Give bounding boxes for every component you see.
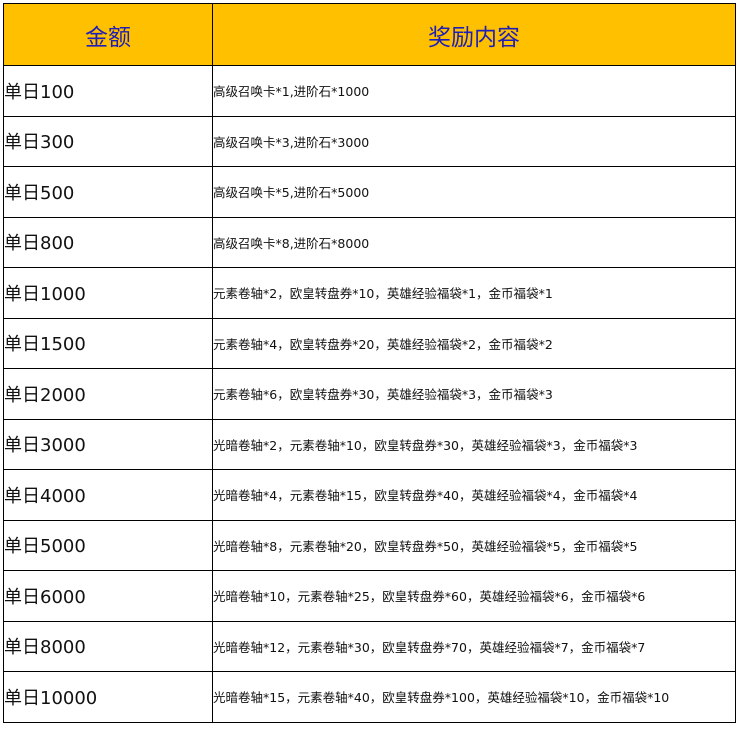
table-header: 金额 奖励内容 <box>3 3 736 66</box>
table-row: 单日8000 光暗卷轴*12，元素卷轴*30，欧皇转盘券*70，英雄经验福袋*7… <box>3 620 736 672</box>
amount-cell: 单日100 <box>3 65 213 117</box>
header-row: 金额 奖励内容 <box>3 3 736 66</box>
reward-cell: 光暗卷轴*10，元素卷轴*25，欧皇转盘券*60，英雄经验福袋*6，金币福袋*6 <box>212 570 736 622</box>
table-row: 单日800 高级召唤卡*8,进阶石*8000 <box>3 216 736 268</box>
amount-cell: 单日1500 <box>3 317 213 369</box>
reward-cell: 高级召唤卡*1,进阶石*1000 <box>212 65 736 117</box>
reward-cell: 高级召唤卡*8,进阶石*8000 <box>212 216 736 268</box>
amount-cell: 单日3000 <box>3 418 213 470</box>
amount-cell: 单日10000 <box>3 671 213 723</box>
amount-cell: 单日4000 <box>3 469 213 521</box>
table-row: 单日100 高级召唤卡*1,进阶石*1000 <box>3 65 736 117</box>
table-row: 单日500 高级召唤卡*5,进阶石*5000 <box>3 166 736 218</box>
reward-cell: 元素卷轴*2，欧皇转盘券*10，英雄经验福袋*1，金币福袋*1 <box>212 267 736 319</box>
reward-cell: 元素卷轴*4，欧皇转盘券*20，英雄经验福袋*2，金币福袋*2 <box>212 317 736 369</box>
table-body: 单日100 高级召唤卡*1,进阶石*1000 单日300 高级召唤卡*3,进阶石… <box>3 65 736 723</box>
amount-cell: 单日5000 <box>3 519 213 571</box>
table-row: 单日6000 光暗卷轴*10，元素卷轴*25，欧皇转盘券*60，英雄经验福袋*6… <box>3 570 736 622</box>
column-header-reward: 奖励内容 <box>212 3 736 66</box>
amount-cell: 单日2000 <box>3 368 213 420</box>
reward-cell: 光暗卷轴*12，元素卷轴*30，欧皇转盘券*70，英雄经验福袋*7，金币福袋*7 <box>212 620 736 672</box>
amount-cell: 单日300 <box>3 115 213 167</box>
table-row: 单日1500 元素卷轴*4，欧皇转盘券*20，英雄经验福袋*2，金币福袋*2 <box>3 317 736 369</box>
table-row: 单日5000 光暗卷轴*8，元素卷轴*20，欧皇转盘券*50，英雄经验福袋*5，… <box>3 519 736 571</box>
table-row: 单日10000 光暗卷轴*15，元素卷轴*40，欧皇转盘券*100，英雄经验福袋… <box>3 671 736 723</box>
amount-cell: 单日8000 <box>3 620 213 672</box>
amount-cell: 单日1000 <box>3 267 213 319</box>
amount-cell: 单日6000 <box>3 570 213 622</box>
reward-cell: 元素卷轴*6，欧皇转盘券*30，英雄经验福袋*3，金币福袋*3 <box>212 368 736 420</box>
reward-cell: 高级召唤卡*3,进阶石*3000 <box>212 115 736 167</box>
table-row: 单日3000 光暗卷轴*2，元素卷轴*10，欧皇转盘券*30，英雄经验福袋*3，… <box>3 418 736 470</box>
table-row: 单日2000 元素卷轴*6，欧皇转盘券*30，英雄经验福袋*3，金币福袋*3 <box>3 368 736 420</box>
reward-table: 金额 奖励内容 单日100 高级召唤卡*1,进阶石*1000 单日300 高级召… <box>3 3 736 723</box>
reward-cell: 光暗卷轴*4，元素卷轴*15，欧皇转盘券*40，英雄经验福袋*4，金币福袋*4 <box>212 469 736 521</box>
reward-cell: 光暗卷轴*15，元素卷轴*40，欧皇转盘券*100，英雄经验福袋*10，金币福袋… <box>212 671 736 723</box>
reward-cell: 光暗卷轴*2，元素卷轴*10，欧皇转盘券*30，英雄经验福袋*3，金币福袋*3 <box>212 418 736 470</box>
amount-cell: 单日800 <box>3 216 213 268</box>
table-row: 单日300 高级召唤卡*3,进阶石*3000 <box>3 115 736 167</box>
table-row: 单日1000 元素卷轴*2，欧皇转盘券*10，英雄经验福袋*1，金币福袋*1 <box>3 267 736 319</box>
amount-cell: 单日500 <box>3 166 213 218</box>
reward-cell: 光暗卷轴*8，元素卷轴*20，欧皇转盘券*50，英雄经验福袋*5，金币福袋*5 <box>212 519 736 571</box>
reward-cell: 高级召唤卡*5,进阶石*5000 <box>212 166 736 218</box>
column-header-amount: 金额 <box>3 3 213 66</box>
table-row: 单日4000 光暗卷轴*4，元素卷轴*15，欧皇转盘券*40，英雄经验福袋*4，… <box>3 469 736 521</box>
